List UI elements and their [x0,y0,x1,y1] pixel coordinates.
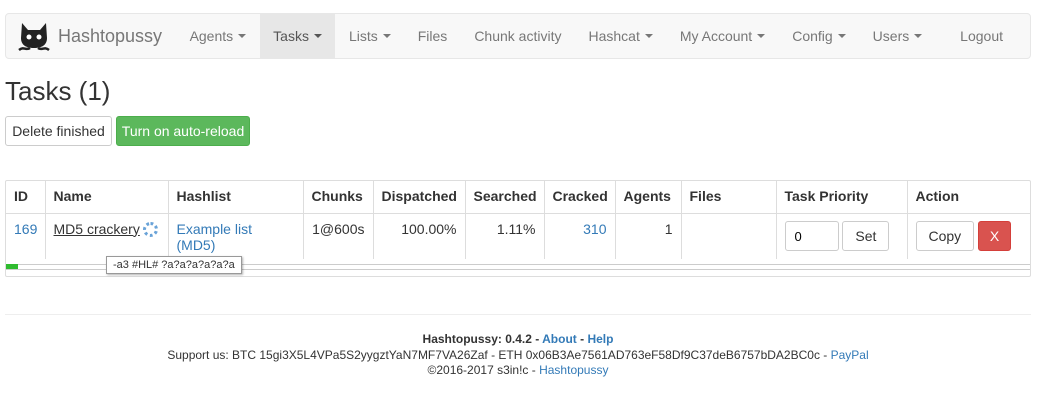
auto-reload-button[interactable]: Turn on auto-reload [116,116,250,146]
header-dispatched: Dispatched [373,181,466,214]
nav-logout[interactable]: Logout [947,14,1030,58]
nav-agents[interactable]: Agents [176,14,260,58]
attack-command-tooltip: -a3 #HL# ?a?a?a?a?a?a [106,256,242,274]
nav-users-label: Users [872,28,910,44]
task-name-cell: MD5 crackery [45,213,169,259]
progress-fill [6,264,18,269]
header-files: Files [681,181,777,214]
footer-version-line: Hashtopussy: 0.4.2 - About - Help [0,332,1036,346]
brand[interactable]: Hashtopussy [6,14,176,58]
footer-support-line: Support us: BTC 15gi3X5L4VPa5S2yygztYaN7… [0,348,1036,362]
files-cell [681,213,777,259]
header-agents: Agents [615,181,682,214]
footer: Hashtopussy: 0.4.2 - About - Help Suppor… [0,332,1036,379]
nav-tasks-label: Tasks [273,28,309,44]
priority-input[interactable] [784,221,839,251]
page-title: Tasks (1) [5,76,111,106]
spinner-icon [142,221,158,237]
caret-down-icon [644,34,653,38]
action-cell: Copy X [907,213,1030,259]
nav-users[interactable]: Users [859,14,936,58]
cracked-link[interactable]: 310 [583,221,606,237]
nav-my-account-label: My Account [679,28,753,44]
nav-chunk-activity[interactable]: Chunk activity [461,14,575,58]
cat-logo-icon [18,23,50,52]
header-searched: Searched [465,181,545,214]
copy-task-button[interactable]: Copy [915,220,975,251]
nav-my-account[interactable]: My Account [666,14,778,58]
navbar: Hashtopussy Agents Tasks Lists Files Chu… [5,13,1031,59]
hashlist-cell: Example list (MD5) [168,213,304,259]
header-id: ID [6,181,46,214]
hashtopussy-link[interactable]: Hashtopussy [539,363,608,377]
table-header-row: ID Name Hashlist Chunks Dispatched Searc… [6,181,1030,214]
nav-hashcat-label: Hashcat [588,28,640,44]
caret-down-icon [914,34,923,38]
footer-sep-1: - [531,332,543,346]
nav-files-label: Files [417,28,448,44]
nav-tasks[interactable]: Tasks [259,14,336,58]
footer-version: Hashtopussy: 0.4.2 [422,332,532,346]
nav-chunk-activity-label: Chunk activity [474,28,562,44]
set-priority-button[interactable]: Set [842,220,890,251]
hashlist-link[interactable]: Example list (MD5) [177,221,252,253]
searched-cell: 1.11% [465,213,545,259]
header-chunks: Chunks [303,181,374,214]
footer-copyright-line: ©2016-2017 s3in!c - Hashtopussy [0,363,1036,377]
delete-finished-button[interactable]: Delete finished [5,116,112,146]
header-cracked: Cracked [544,181,616,214]
nav-lists[interactable]: Lists [335,14,404,58]
delete-task-button[interactable]: X [978,220,1012,251]
support-text: Support us: BTC 15gi3X5L4VPa5S2yygztYaN7… [167,347,831,362]
nav-lists-label: Lists [348,28,378,44]
brand-name: Hashtopussy [58,25,163,46]
table-row: 169 MD5 crackery Example list (MD5) 1@60… [6,213,1030,259]
caret-down-icon [313,34,322,38]
footer-divider [5,314,1031,315]
paypal-link[interactable]: PayPal [831,348,869,362]
nav-files[interactable]: Files [404,14,461,58]
help-link[interactable]: Help [587,332,613,346]
nav-config[interactable]: Config [779,14,859,58]
navbar-spacer [936,14,947,58]
copyright-text: ©2016-2017 s3in!c - [427,363,540,377]
chunks-cell: 1@600s [303,213,374,259]
cracked-cell: 310 [544,213,616,259]
about-link[interactable]: About [542,332,577,346]
task-id-link[interactable]: 169 [14,221,37,237]
task-name-link[interactable]: MD5 crackery [54,221,140,237]
caret-down-icon [382,34,391,38]
nav-config-label: Config [792,28,833,44]
header-action: Action [907,181,1030,214]
priority-cell: Set [776,213,908,259]
caret-down-icon [837,34,846,38]
nav-agents-label: Agents [189,28,234,44]
header-hashlist: Hashlist [168,181,304,214]
header-name: Name [45,181,169,214]
task-id-cell: 169 [6,213,46,259]
caret-down-icon [757,34,766,38]
nav-hashcat[interactable]: Hashcat [575,14,666,58]
footer-sep-2: - [576,332,588,346]
agents-cell: 1 [615,213,682,259]
dispatched-cell: 100.00% [373,213,466,259]
header-task-priority: Task Priority [776,181,908,214]
nav-logout-label: Logout [960,28,1003,44]
caret-down-icon [238,34,247,38]
